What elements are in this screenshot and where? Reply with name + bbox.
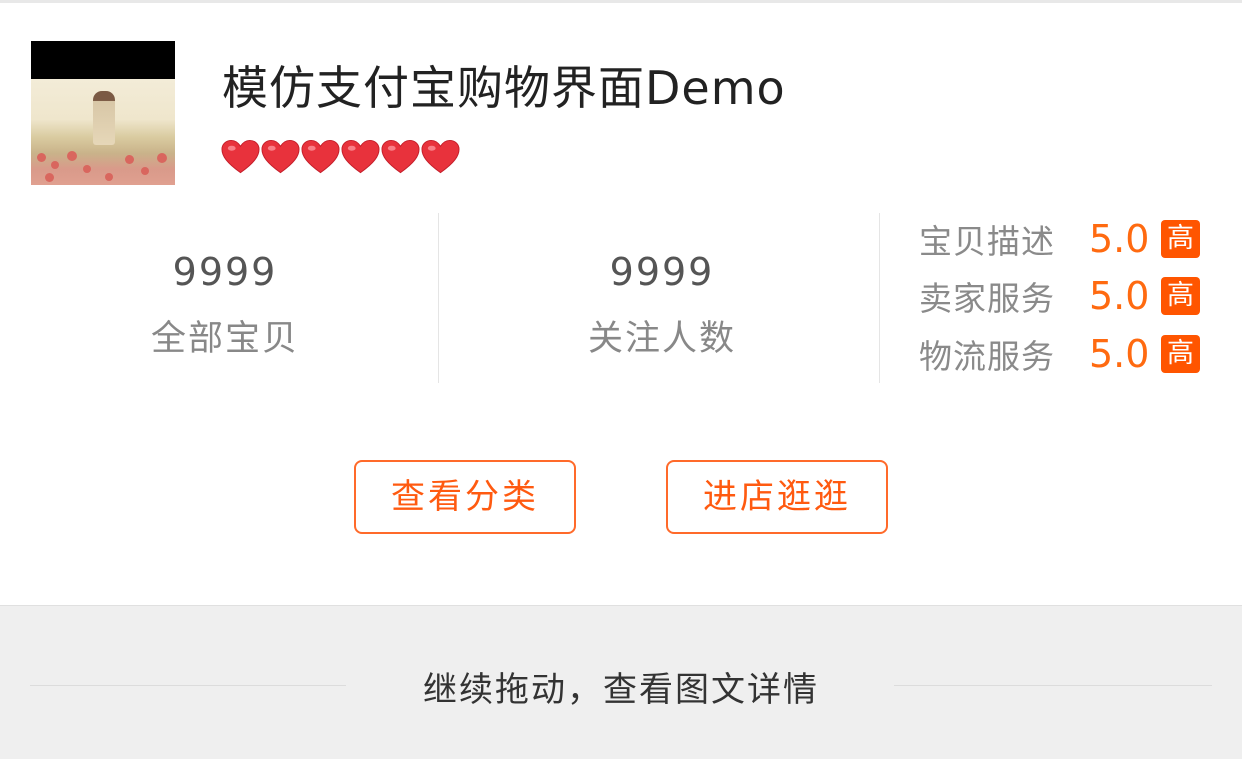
- top-divider: [0, 0, 1242, 3]
- score-level-badge: 高: [1161, 277, 1200, 315]
- score-label: 宝贝描述: [919, 222, 1055, 261]
- visit-store-button[interactable]: 进店逛逛: [666, 460, 888, 534]
- score-value: 5.0: [1089, 332, 1150, 376]
- heart-icon: [341, 139, 380, 174]
- store-title: 模仿支付宝购物界面Demo: [222, 61, 786, 115]
- followers-count: 9999: [609, 250, 715, 294]
- score-row-seller-service: 卖家服务 5.0 高: [919, 273, 1200, 319]
- score-level-badge: 高: [1161, 220, 1200, 258]
- heart-icon: [261, 139, 300, 174]
- score-value: 5.0: [1089, 217, 1150, 261]
- score-label: 卖家服务: [919, 279, 1055, 318]
- store-logo-image: [31, 41, 175, 185]
- score-row-description: 宝贝描述 5.0 高: [919, 216, 1200, 262]
- stats-divider: [879, 213, 880, 383]
- heart-icon: [421, 139, 460, 174]
- divider-line: [894, 685, 1212, 686]
- score-label: 物流服务: [919, 337, 1055, 376]
- all-products-stat[interactable]: 9999 全部宝贝: [95, 250, 355, 361]
- heart-icon: [301, 139, 340, 174]
- drag-hint-text: 继续拖动，查看图文详情: [423, 670, 819, 710]
- store-rating-hearts: [221, 139, 460, 175]
- view-category-button[interactable]: 查看分类: [354, 460, 576, 534]
- all-products-label: 全部宝贝: [150, 319, 299, 359]
- score-level-badge: 高: [1161, 335, 1200, 373]
- heart-icon: [221, 139, 260, 174]
- score-row-logistics: 物流服务 5.0 高: [919, 331, 1200, 377]
- logo-photo: [31, 79, 175, 185]
- followers-stat[interactable]: 9999 关注人数: [532, 250, 792, 361]
- heart-icon: [381, 139, 420, 174]
- drag-detail-area[interactable]: 继续拖动，查看图文详情: [0, 605, 1242, 759]
- stats-divider: [438, 213, 439, 383]
- all-products-count: 9999: [172, 250, 278, 294]
- followers-label: 关注人数: [587, 319, 736, 359]
- score-value: 5.0: [1089, 274, 1150, 318]
